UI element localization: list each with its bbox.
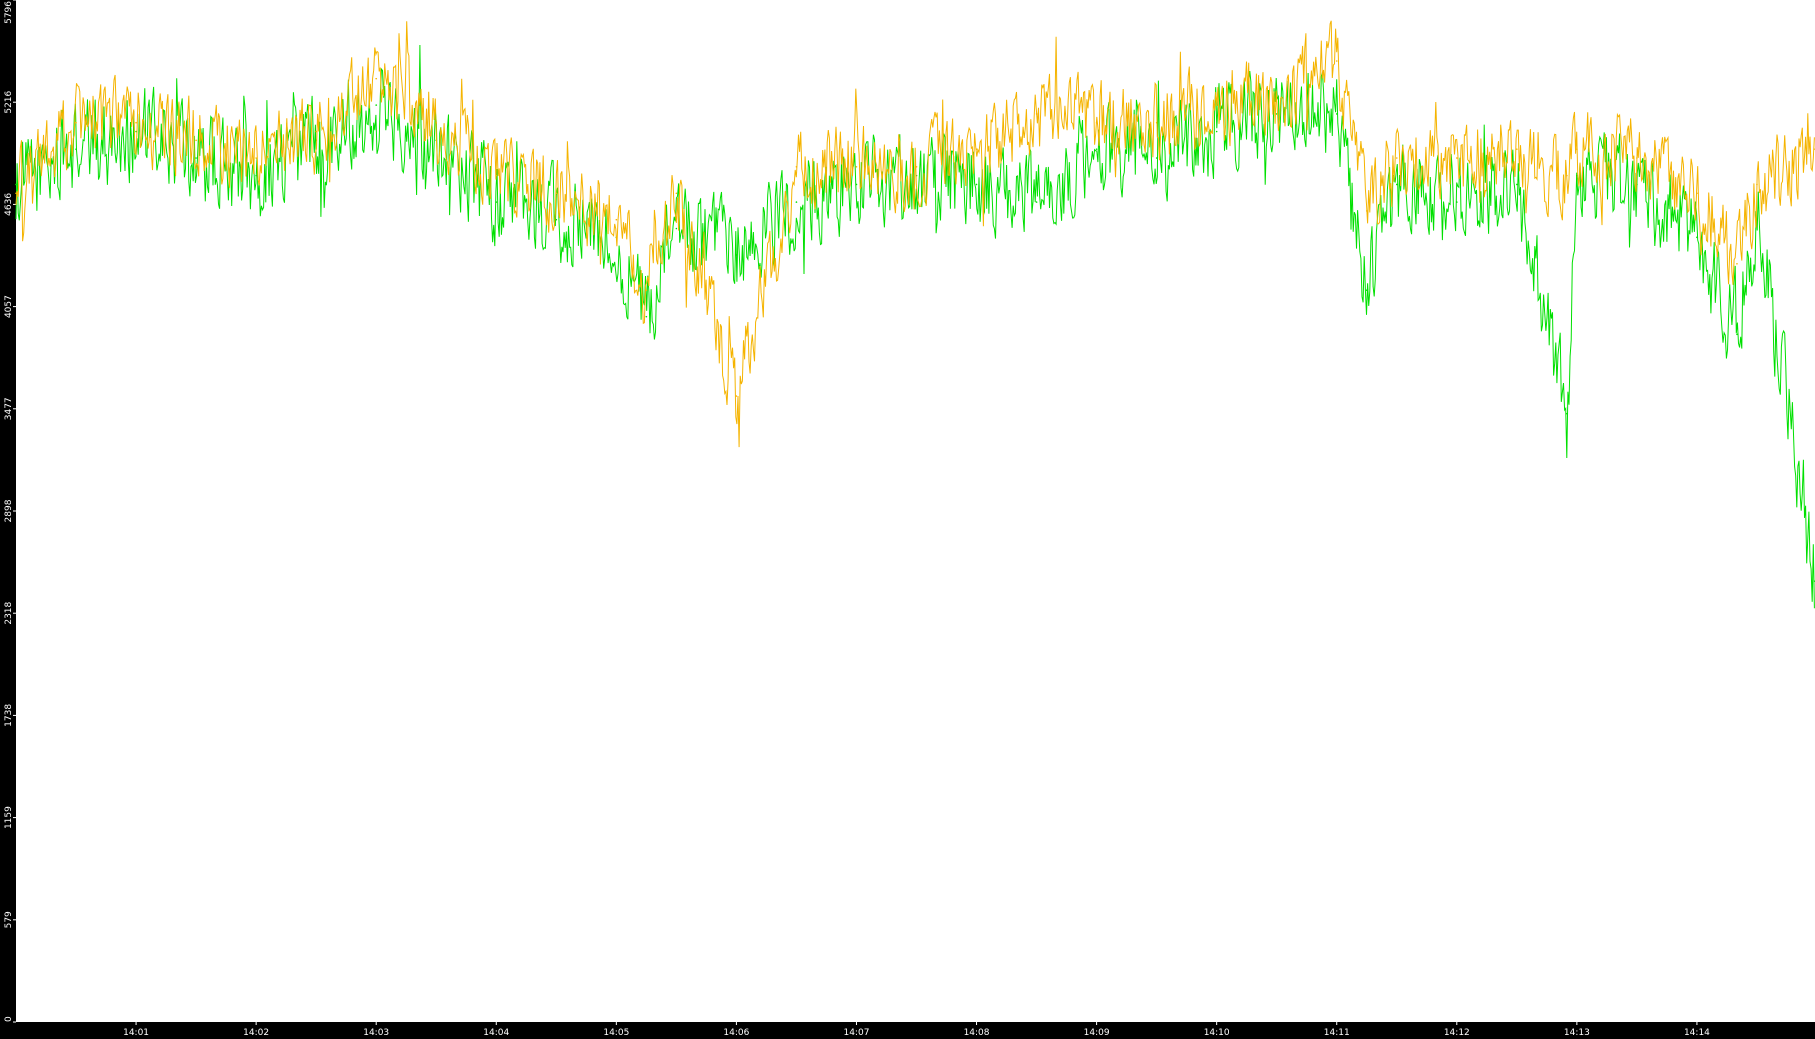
series-orange-point xyxy=(1155,121,1158,124)
series-orange-point xyxy=(1335,60,1338,62)
y-tick-label: 1738 xyxy=(4,704,14,727)
series-green-point xyxy=(495,201,498,203)
series-orange-point xyxy=(1395,157,1398,159)
series-green-point xyxy=(15,183,17,186)
series-orange-point xyxy=(315,130,317,133)
y-tick-label: 5216 xyxy=(4,90,14,113)
series-green-point xyxy=(1456,201,1458,203)
time-series-chart: 0 579 1159 1738 2318 2898 3477 4057 4636 5216 5796… xyxy=(0,0,1815,1039)
x-tick-label: 14:03 xyxy=(363,1028,389,1038)
series-green-point xyxy=(975,183,978,186)
x-tick-label: 14:02 xyxy=(243,1028,269,1038)
series-orange-point xyxy=(1756,183,1758,186)
y-tick-label: 2318 xyxy=(4,601,14,624)
y-tick-label: 1159 xyxy=(4,806,14,829)
series-green-point xyxy=(1566,412,1568,415)
y-tick-label: 4636 xyxy=(4,193,14,216)
series-green-point xyxy=(1516,183,1518,186)
series-orange-point xyxy=(75,121,77,124)
series-orange-point xyxy=(555,192,558,195)
series-orange-point xyxy=(735,395,738,397)
series-green-point xyxy=(75,148,77,150)
series-orange-point xyxy=(645,289,648,292)
series-green-point xyxy=(375,104,378,106)
series-orange-point xyxy=(1696,192,1698,195)
series-green-point xyxy=(1335,113,1338,115)
series-orange-point xyxy=(135,121,137,124)
x-tick-label: 14:14 xyxy=(1684,1028,1710,1038)
series-orange-point xyxy=(615,218,618,221)
x-tick-label: 14:11 xyxy=(1324,1028,1350,1038)
series-orange-point xyxy=(855,166,858,168)
series-green-point xyxy=(855,183,858,186)
series-green-point xyxy=(1365,289,1368,292)
series-orange-point xyxy=(1736,262,1738,265)
series-green-point xyxy=(555,218,558,221)
series-green-point xyxy=(735,254,738,256)
series-orange-point xyxy=(15,192,17,195)
x-tick-label: 14:09 xyxy=(1084,1028,1110,1038)
series-green-point xyxy=(1736,333,1738,336)
series-orange-point xyxy=(1095,121,1098,124)
x-tick-label: 14:05 xyxy=(603,1028,629,1038)
series-orange-point xyxy=(1365,210,1368,212)
series-orange-point xyxy=(1215,104,1218,106)
series-green-point xyxy=(1155,157,1158,159)
series-green-point xyxy=(255,174,257,177)
series-orange-point xyxy=(1456,157,1458,159)
series-orange-point xyxy=(915,166,918,168)
x-axis-bar xyxy=(0,1022,1815,1039)
x-tick-label: 14:04 xyxy=(483,1028,509,1038)
series-orange-point xyxy=(255,157,257,159)
series-orange-point xyxy=(1566,174,1568,177)
series-green-point xyxy=(645,315,648,318)
series-orange-point xyxy=(435,121,438,124)
y-tick-label: 579 xyxy=(4,911,14,928)
series-orange-point xyxy=(195,139,197,142)
series-orange-point xyxy=(795,166,798,168)
chart-container: 0 579 1159 1738 2318 2898 3477 4057 4636 5216 5796… xyxy=(0,0,1815,1039)
series-green-point xyxy=(795,201,798,203)
series-green-point xyxy=(1395,183,1398,186)
y-tick-label: 2898 xyxy=(4,499,14,522)
series-green-point xyxy=(1696,236,1698,239)
series-orange-point xyxy=(1576,148,1578,150)
series-green-point xyxy=(675,227,678,230)
x-tick-label: 14:08 xyxy=(964,1028,990,1038)
x-tick-label: 14:06 xyxy=(723,1028,749,1038)
series-green-point xyxy=(1215,130,1218,133)
series-orange-point xyxy=(375,77,378,80)
y-tick-label: 0 xyxy=(4,1016,14,1022)
series-orange-point xyxy=(495,174,498,177)
y-tick-label: 5796 xyxy=(4,1,14,24)
series-green-point xyxy=(1095,148,1098,150)
series-orange-point xyxy=(675,192,678,195)
series-orange-point xyxy=(1636,157,1638,159)
series-green-point xyxy=(195,157,197,159)
series-orange-point xyxy=(1516,148,1518,150)
x-tick-label: 14:07 xyxy=(843,1028,869,1038)
x-tick-label: 14:12 xyxy=(1444,1028,1470,1038)
series-orange-point xyxy=(1035,113,1038,115)
x-tick-label: 14:01 xyxy=(123,1028,149,1038)
y-tick-label: 3477 xyxy=(4,397,14,420)
x-tick-label: 14:13 xyxy=(1564,1028,1590,1038)
y-tick-label: 4057 xyxy=(4,295,14,318)
series-green-point xyxy=(1035,201,1038,203)
series-orange-point xyxy=(975,148,978,150)
x-tick-label: 14:10 xyxy=(1204,1028,1230,1038)
series-orange-point xyxy=(1275,95,1278,98)
